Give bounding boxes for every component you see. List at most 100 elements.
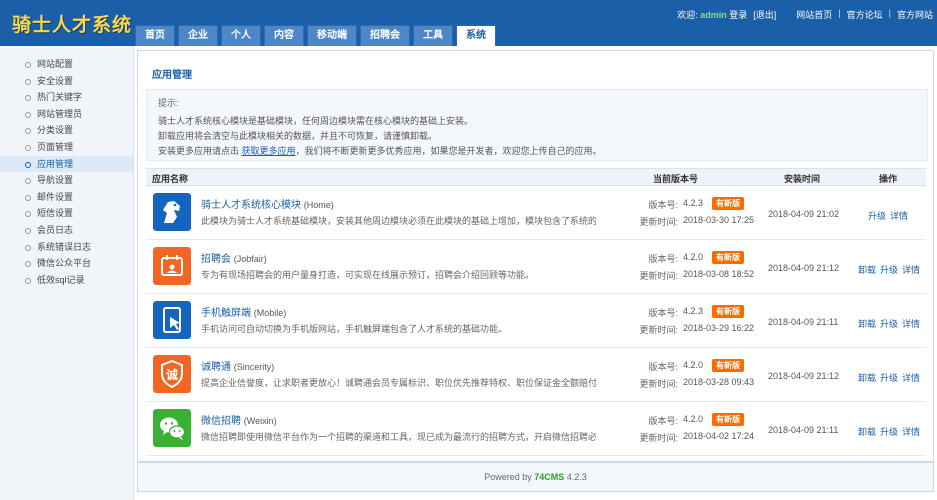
site-home-link[interactable]: 网站首页 xyxy=(796,8,832,21)
bullet-icon xyxy=(25,78,31,85)
new-version-badge: 有新版 xyxy=(712,305,744,318)
bullet-icon xyxy=(25,161,31,168)
tab-jobfair[interactable]: 招聘会 xyxy=(360,25,410,46)
bullet-icon xyxy=(25,227,31,234)
upgrade-button[interactable]: 升级 xyxy=(880,263,898,276)
sidebar-item-apps[interactable]: 应用管理 xyxy=(0,155,133,173)
tab-tools[interactable]: 工具 xyxy=(413,25,453,46)
get-more-apps-link[interactable]: 获取更多应用 xyxy=(242,146,296,156)
sidebar: 网站配置 安全设置 热门关键字 网站管理员 分类设置 页面管理 应用管理 导航设… xyxy=(0,46,134,500)
forum-link[interactable]: 官方论坛 xyxy=(847,8,883,21)
sidebar-item-label: 低效sql记录 xyxy=(37,274,85,285)
upgrade-button[interactable]: 升级 xyxy=(868,209,886,222)
logout-link[interactable]: [退出] xyxy=(753,8,776,21)
upgrade-button[interactable]: 升级 xyxy=(880,317,898,330)
bullet-icon xyxy=(25,194,31,201)
header-install-time: 安装时间 xyxy=(784,174,821,184)
upgrade-button[interactable]: 升级 xyxy=(880,371,898,384)
uninstall-button[interactable]: 卸载 xyxy=(858,263,876,276)
new-version-badge: 有新版 xyxy=(712,197,744,210)
sidebar-item-pages[interactable]: 页面管理 xyxy=(0,139,133,156)
version-value: 4.2.0 xyxy=(683,360,704,370)
update-time-value: 2018-04-02 17:24 xyxy=(683,431,755,441)
official-site-link[interactable]: 官方网站 xyxy=(897,8,933,21)
tab-home[interactable]: 首页 xyxy=(135,25,175,46)
tip-line-3-post: ，我们将不断更新更多优秀应用，如果您是开发者，欢迎您上传自己的应用。 xyxy=(295,146,602,156)
header-app-name: 应用名称 xyxy=(152,174,189,184)
tab-system[interactable]: 系统 xyxy=(456,25,496,46)
app-title: 招聘会 xyxy=(201,254,231,265)
sidebar-item-sms[interactable]: 短信设置 xyxy=(0,205,133,222)
welcome-text: 欢迎: admin 登录 xyxy=(677,8,747,21)
uninstall-button[interactable]: 卸载 xyxy=(858,371,876,384)
sidebar-item-label: 邮件设置 xyxy=(37,191,74,202)
sidebar-item-wechat[interactable]: 微信公众平台 xyxy=(0,255,133,272)
details-button[interactable]: 详情 xyxy=(902,263,920,276)
uninstall-button[interactable]: 卸载 xyxy=(858,425,876,438)
sidebar-item-slow-sql[interactable]: 低效sql记录 xyxy=(0,272,133,289)
tip-line-3: 安装更多应用请点击 获取更多应用，我们将不断更新更多优秀应用，如果您是开发者，欢… xyxy=(158,144,602,157)
app-name-home[interactable]: 骑士人才系统核心模块 (Home) xyxy=(201,196,334,211)
version-value: 4.2.3 xyxy=(683,198,704,208)
sidebar-item-hot-keywords[interactable]: 热门关键字 xyxy=(0,89,133,106)
tab-personal[interactable]: 个人 xyxy=(221,25,261,46)
app-title: 诚聘通 xyxy=(201,362,231,373)
wechat-icon xyxy=(153,409,191,447)
tab-content[interactable]: 内容 xyxy=(264,25,304,46)
app-name-sincerity[interactable]: 诚聘通 (Sincerity) xyxy=(201,358,274,373)
app-code: (Jobfair) xyxy=(233,254,267,264)
table-row: 招聘会 (Jobfair) 专为有现场招聘会的用户量身打造，可实现在线展示预订，… xyxy=(146,240,926,294)
app-name-mobile[interactable]: 手机触屏端 (Mobile) xyxy=(201,304,286,319)
app-name-weixin[interactable]: 微信招聘 (Weixin) xyxy=(201,412,277,427)
version-label: 版本号: xyxy=(648,200,678,210)
sidebar-item-member-log[interactable]: 会员日志 xyxy=(0,222,133,239)
sidebar-item-admins[interactable]: 网站管理员 xyxy=(0,106,133,123)
uninstall-button[interactable]: 卸载 xyxy=(858,317,876,330)
tip-line-1: 骑士人才系统核心模块是基础模块，任何周边模块需在核心模块的基础上安装。 xyxy=(158,116,474,126)
table-header: 应用名称 当前版本号 安装时间 操作 xyxy=(146,168,926,186)
tip-heading: 提示: xyxy=(158,98,179,108)
update-time-label: 更新时间: xyxy=(639,271,678,281)
bullet-icon xyxy=(25,144,31,151)
bullet-icon xyxy=(25,128,31,135)
update-time-value: 2018-03-30 17:25 xyxy=(683,215,755,225)
bullet-icon xyxy=(25,95,31,102)
app-title: 骑士人才系统核心模块 xyxy=(201,200,301,211)
version-value: 4.2.0 xyxy=(683,252,704,262)
version-label: 版本号: xyxy=(648,416,678,426)
upgrade-button[interactable]: 升级 xyxy=(880,425,898,438)
page-title-text: 应用管理 xyxy=(152,70,192,81)
update-time-value: 2018-03-28 09:43 xyxy=(683,377,755,387)
details-button[interactable]: 详情 xyxy=(902,371,920,384)
tip-box: 提示: 骑士人才系统核心模块是基础模块，任何周边模块需在核心模块的基础上安装。 … xyxy=(146,89,928,161)
sidebar-item-navigation[interactable]: 导航设置 xyxy=(0,172,133,189)
jobfair-calendar-icon xyxy=(153,247,191,285)
app-description: 此模块为骑士人才系统基础模块，安装其他周边模块必须在此模块的基础上增加，模块包含… xyxy=(201,216,596,226)
tab-company[interactable]: 企业 xyxy=(178,25,218,46)
brand-name: 74CMS xyxy=(534,472,565,482)
sidebar-item-error-log[interactable]: 系统错误日志 xyxy=(0,239,133,256)
login-suffix: 登录 xyxy=(729,10,748,20)
install-time: 2018-04-09 21:11 xyxy=(768,425,839,435)
app-code: (Sincerity) xyxy=(233,362,275,372)
app-name-jobfair[interactable]: 招聘会 (Jobfair) xyxy=(201,250,267,265)
welcome-label: 欢迎: xyxy=(677,10,698,20)
sidebar-item-categories[interactable]: 分类设置 xyxy=(0,122,133,139)
main-nav: 首页 企业 个人 内容 移动端 招聘会 工具 系统 xyxy=(135,25,499,46)
sidebar-item-site-config[interactable]: 网站配置 xyxy=(0,56,133,73)
table-row: 骑士人才系统核心模块 (Home) 此模块为骑士人才系统基础模块，安装其他周边模… xyxy=(146,186,926,240)
update-time-label: 更新时间: xyxy=(639,217,678,227)
details-button[interactable]: 详情 xyxy=(902,317,920,330)
table-row: 诚 诚聘通 (Sincerity) 提高企业信誉度，让求职者更放心！诚聘通会员专… xyxy=(146,348,926,402)
svg-text:诚: 诚 xyxy=(166,367,178,382)
details-button[interactable]: 详情 xyxy=(902,425,920,438)
tab-mobile[interactable]: 移动端 xyxy=(307,25,357,46)
new-version-badge: 有新版 xyxy=(712,413,744,426)
version-label: 版本号: xyxy=(648,254,678,264)
sidebar-list: 网站配置 安全设置 热门关键字 网站管理员 分类设置 页面管理 应用管理 导航设… xyxy=(0,46,133,288)
sidebar-item-label: 网站配置 xyxy=(37,59,74,69)
details-button[interactable]: 详情 xyxy=(890,209,908,222)
top-links: 欢迎: admin 登录 [退出] 网站首页 | 官方论坛 | 官方网站 xyxy=(677,8,933,21)
sidebar-item-email[interactable]: 邮件设置 xyxy=(0,189,133,206)
sidebar-item-security[interactable]: 安全设置 xyxy=(0,73,133,90)
